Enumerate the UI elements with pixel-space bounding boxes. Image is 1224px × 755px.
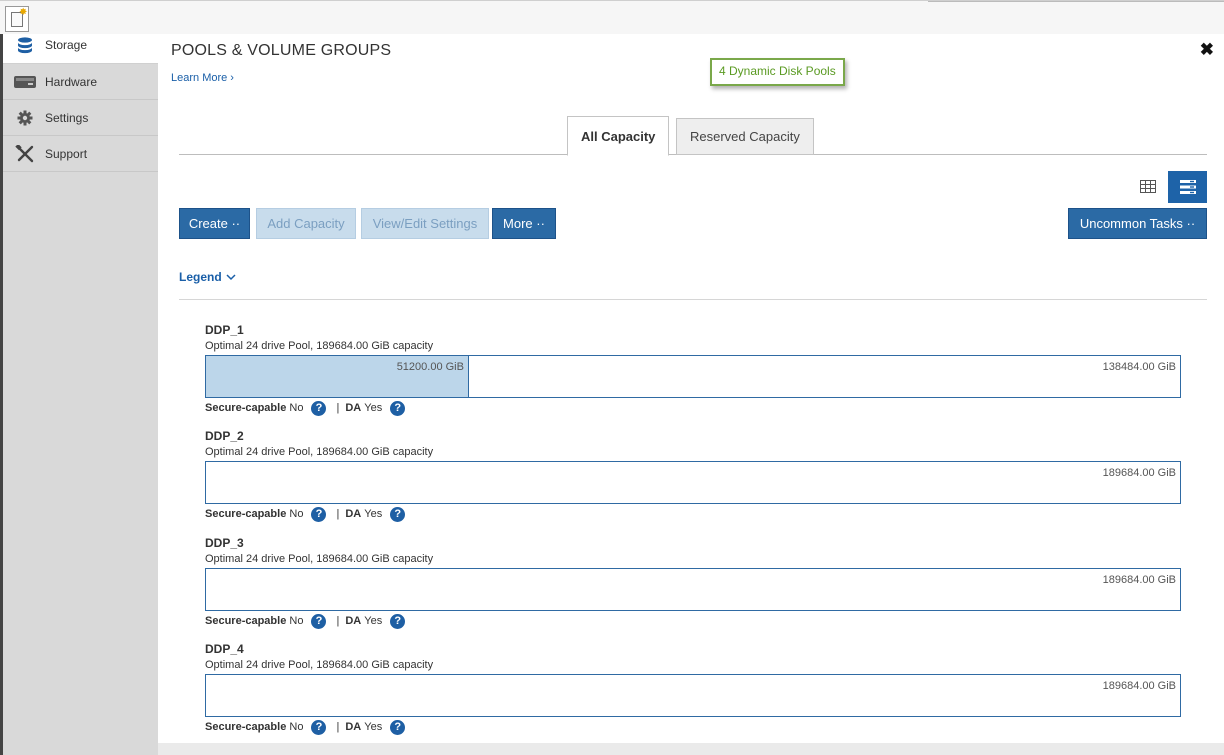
tab-reserved-capacity[interactable]: Reserved Capacity <box>676 118 814 155</box>
da-value: Yes <box>364 402 383 414</box>
used-capacity-label: 51200.00 GiB <box>396 361 464 373</box>
separator: | <box>336 402 340 414</box>
pool-4[interactable]: DDP_4 Optimal 24 drive Pool, 189684.00 G… <box>205 642 1181 735</box>
secure-capable-label: Secure-capable <box>205 721 287 733</box>
database-icon <box>13 37 37 55</box>
separator: | <box>336 508 340 520</box>
pool-1[interactable]: DDP_1 Optimal 24 drive Pool, 189684.00 G… <box>205 323 1181 416</box>
pool-description: Optimal 24 drive Pool, 189684.00 GiB cap… <box>205 340 434 352</box>
new-document-icon[interactable]: ✸ <box>5 6 29 32</box>
legend-toggle[interactable]: Legend <box>179 270 236 284</box>
chevron-down-icon <box>226 273 236 280</box>
secure-capable-value: No <box>289 615 304 627</box>
sidebar-item-hardware[interactable]: Hardware <box>3 64 158 100</box>
pool-description: Optimal 24 drive Pool, 189684.00 GiB cap… <box>205 553 434 565</box>
help-icon[interactable]: ? <box>311 400 327 416</box>
da-label: DA <box>345 402 362 414</box>
uncommon-tasks-button[interactable]: Uncommon Tasks ·· <box>1068 208 1207 239</box>
legend-divider <box>179 299 1207 300</box>
pool-meta: Secure-capable No ? | DA Yes ? <box>205 506 1181 522</box>
da-label: DA <box>345 721 362 733</box>
table-view-icon[interactable] <box>1137 175 1159 197</box>
create-button[interactable]: Create ·· <box>179 208 250 239</box>
help-icon[interactable]: ? <box>390 400 406 416</box>
separator: | <box>336 721 340 733</box>
secure-capable-value: No <box>289 721 304 733</box>
capacity-bar[interactable]: 189684.00 GiB <box>205 674 1181 717</box>
da-value: Yes <box>364 721 383 733</box>
da-label: DA <box>345 508 362 520</box>
help-icon[interactable]: ? <box>390 506 406 522</box>
sidebar-item-label: Support <box>45 146 88 161</box>
pool-name: DDP_3 <box>205 536 244 550</box>
view-edit-settings-button[interactable]: View/Edit Settings <box>361 208 489 239</box>
page-title: POOLS & VOLUME GROUPS <box>171 42 392 59</box>
sidebar-item-settings[interactable]: Settings <box>3 100 158 136</box>
drive-icon <box>13 73 37 91</box>
gear-icon <box>13 109 37 127</box>
pool-count-tooltip: 4 Dynamic Disk Pools <box>710 58 845 86</box>
sidebar-item-label: Storage <box>45 38 88 52</box>
secure-capable-value: No <box>289 402 304 414</box>
top-bar-divider <box>928 1 1224 2</box>
more-button[interactable]: More ·· <box>492 208 556 239</box>
used-capacity-segment[interactable]: 51200.00 GiB <box>206 356 469 397</box>
sidebar: Storage Hardware Settings Support <box>0 34 158 755</box>
capacity-tabs: All Capacity Reserved Capacity <box>179 116 1207 156</box>
top-bar: ✸ <box>0 0 1224 34</box>
help-icon[interactable]: ? <box>311 719 327 735</box>
pool-description: Optimal 24 drive Pool, 189684.00 GiB cap… <box>205 659 434 671</box>
capacity-bar[interactable]: 189684.00 GiB <box>205 568 1181 611</box>
legend-label: Legend <box>179 270 222 284</box>
secure-capable-label: Secure-capable <box>205 402 287 414</box>
secure-capable-label: Secure-capable <box>205 615 287 627</box>
free-capacity-label: 138484.00 GiB <box>1102 361 1176 373</box>
capacity-bar[interactable]: 51200.00 GiB 138484.00 GiB <box>205 355 1181 398</box>
close-icon[interactable]: ✖ <box>1200 40 1214 60</box>
secure-capable-label: Secure-capable <box>205 508 287 520</box>
free-capacity-label: 189684.00 GiB <box>1102 574 1176 586</box>
da-value: Yes <box>364 508 383 520</box>
sidebar-item-label: Hardware <box>45 74 98 89</box>
pool-meta: Secure-capable No ? | DA Yes ? <box>205 719 1181 735</box>
pool-meta: Secure-capable No ? | DA Yes ? <box>205 400 1181 416</box>
pool-3[interactable]: DDP_3 Optimal 24 drive Pool, 189684.00 G… <box>205 536 1181 629</box>
pool-2[interactable]: DDP_2 Optimal 24 drive Pool, 189684.00 G… <box>205 429 1181 522</box>
main-panel: POOLS & VOLUME GROUPS Learn More › ✖ 4 D… <box>158 34 1224 755</box>
tab-all-capacity[interactable]: All Capacity <box>567 116 670 156</box>
bar-view-icon[interactable] <box>1168 171 1207 203</box>
tools-icon <box>13 144 37 163</box>
sidebar-item-support[interactable]: Support <box>3 136 158 172</box>
sidebar-item-label: Settings <box>45 110 89 125</box>
pool-description: Optimal 24 drive Pool, 189684.00 GiB cap… <box>205 446 434 458</box>
free-capacity-label: 189684.00 GiB <box>1102 467 1176 479</box>
capacity-bar[interactable]: 189684.00 GiB <box>205 461 1181 504</box>
pool-name: DDP_1 <box>205 323 244 337</box>
help-icon[interactable]: ? <box>311 506 327 522</box>
da-value: Yes <box>364 615 383 627</box>
free-capacity-label: 189684.00 GiB <box>1102 680 1176 692</box>
add-capacity-button[interactable]: Add Capacity <box>256 208 356 239</box>
bottom-strip <box>158 743 1224 755</box>
da-label: DA <box>345 615 362 627</box>
separator: | <box>336 615 340 627</box>
star-icon: ✸ <box>19 7 28 18</box>
pool-name: DDP_4 <box>205 642 244 656</box>
sidebar-item-storage[interactable]: Storage <box>3 34 158 64</box>
learn-more-link[interactable]: Learn More › <box>171 72 234 84</box>
pool-name: DDP_2 <box>205 429 244 443</box>
pool-meta: Secure-capable No ? | DA Yes ? <box>205 613 1181 629</box>
secure-capable-value: No <box>289 508 304 520</box>
help-icon[interactable]: ? <box>311 613 327 629</box>
help-icon[interactable]: ? <box>390 719 406 735</box>
help-icon[interactable]: ? <box>390 613 406 629</box>
